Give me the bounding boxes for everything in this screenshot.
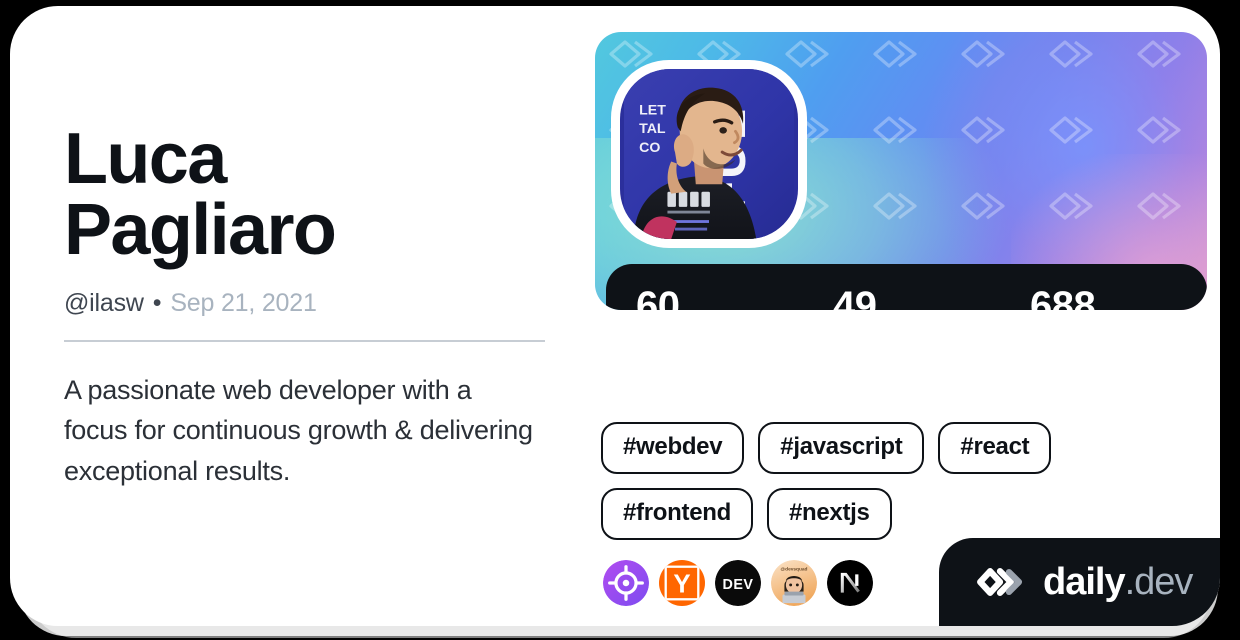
tag-chip[interactable]: #webdev xyxy=(601,422,745,474)
brand-corner: daily.dev xyxy=(920,526,1220,626)
svg-text:CO: CO xyxy=(639,140,660,156)
avatar-photo: LET TAL CO FUL xyxy=(624,69,794,239)
avatar: LET TAL CO FUL xyxy=(620,69,798,239)
source-badge-list: Y DEV @devsquad xyxy=(603,560,873,606)
daily-dev-brand-plate: daily.dev xyxy=(939,538,1220,626)
brand-wordmark: daily.dev xyxy=(1043,561,1194,603)
nextjs-badge[interactable] xyxy=(827,560,873,606)
meta-separator-dot: • xyxy=(152,288,162,317)
profile-meta-row: @ilasw • Sep 21, 2021 xyxy=(64,289,564,318)
brand-suffix: .dev xyxy=(1124,561,1194,603)
page-title: Luca Pagliaro xyxy=(64,119,394,271)
svg-text:TAL: TAL xyxy=(639,121,666,137)
tag-chip[interactable]: #frontend xyxy=(601,488,753,540)
stat-value: 60 xyxy=(636,284,680,310)
brand-name: daily xyxy=(1043,561,1126,603)
profile-bio: A passionate web developer with a focus … xyxy=(64,374,533,486)
joined-date: Sep 21, 2021 xyxy=(170,288,317,317)
profile-card: Luca Pagliaro @ilasw • Sep 21, 2021 A pa… xyxy=(10,6,1220,626)
profile-handle: @ilasw xyxy=(64,288,144,317)
svg-text:Y: Y xyxy=(673,571,690,599)
stat-value: 49 xyxy=(833,284,877,310)
stat-reputation: 60 Reputation xyxy=(636,286,833,310)
stats-bar: 60 Reputation 49 xyxy=(606,264,1207,310)
avatar-frame: LET TAL CO FUL xyxy=(611,60,807,248)
cover-image: LET TAL CO FUL xyxy=(595,32,1207,310)
dev-to-badge[interactable]: DEV xyxy=(715,560,761,606)
tag-chip[interactable]: #javascript xyxy=(758,422,925,474)
display-name-line-1: Luca xyxy=(64,119,227,199)
display-name-line-2: Pagliaro xyxy=(64,190,337,271)
stat-longest-streak: 49 Longest streak xyxy=(833,286,1030,310)
memoji-avatar-badge[interactable]: @devsquad xyxy=(771,560,817,606)
tag-chip[interactable]: #react xyxy=(938,422,1052,474)
daily-dev-logo-icon xyxy=(973,564,1027,600)
tag-chip[interactable]: #nextjs xyxy=(766,488,892,540)
svg-text:@devsquad: @devsquad xyxy=(781,567,808,573)
stat-value: 688 xyxy=(1030,284,1096,310)
hacker-news-badge[interactable]: Y xyxy=(659,560,705,606)
profile-divider xyxy=(64,339,545,342)
tag-list: #webdev #javascript #react #frontend #ne… xyxy=(601,422,1213,540)
profile-info-column: Luca Pagliaro @ilasw • Sep 21, 2021 A pa… xyxy=(64,119,564,491)
target-crosshair-badge[interactable] xyxy=(603,560,649,606)
profile-visual-column: LET TAL CO FUL xyxy=(595,32,1210,606)
svg-text:DEV: DEV xyxy=(723,577,754,593)
svg-text:LET: LET xyxy=(639,102,666,118)
stat-posts-read: 688 Posts read xyxy=(1030,286,1178,310)
